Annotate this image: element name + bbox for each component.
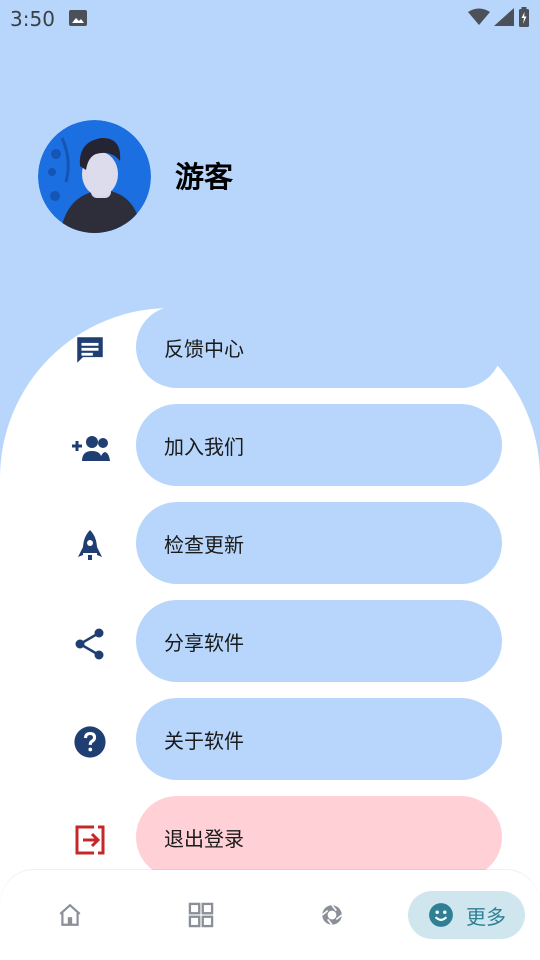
smile-icon — [429, 903, 453, 927]
menu-item-feedback: 反馈中心 — [0, 306, 540, 390]
aperture-icon — [321, 904, 343, 926]
battery-icon — [519, 7, 529, 27]
user-avatar-illustration — [38, 120, 151, 233]
rocket-icon — [70, 526, 110, 566]
nav-more-label: 更多 — [466, 904, 506, 929]
wifi-icon — [468, 8, 490, 25]
menu-label: 反馈中心 — [164, 337, 244, 361]
nav-home[interactable] — [40, 870, 100, 960]
menu-label: 关于软件 — [164, 729, 244, 753]
menu-label: 加入我们 — [164, 435, 244, 459]
menu-label: 退出登录 — [164, 827, 244, 851]
nav-more[interactable]: 更多 — [408, 891, 525, 939]
nav-aperture[interactable] — [302, 870, 362, 960]
status-time: 3:50 — [10, 7, 55, 31]
grid-icon — [188, 902, 214, 928]
menu-label: 检查更新 — [164, 533, 244, 557]
about-app-button[interactable]: 关于软件 — [136, 698, 502, 780]
share-app-button[interactable]: 分享软件 — [136, 600, 502, 682]
menu-item-join: 加入我们 — [0, 404, 540, 488]
feedback-button[interactable]: 反馈中心 — [136, 306, 502, 388]
add-group-icon — [70, 428, 110, 468]
status-icons — [468, 7, 530, 27]
signal-icon — [494, 8, 514, 26]
logout-icon — [70, 820, 110, 860]
menu-item-logout: 退出登录 — [0, 796, 540, 880]
share-icon — [70, 624, 110, 664]
menu-label: 分享软件 — [164, 631, 244, 655]
nav-grid[interactable] — [171, 870, 231, 960]
bottom-navigation: 更多 — [0, 870, 540, 960]
gallery-icon — [69, 10, 87, 26]
join-us-button[interactable]: 加入我们 — [136, 404, 502, 486]
menu-item-update: 检查更新 — [0, 502, 540, 586]
help-icon — [70, 722, 110, 762]
logout-button[interactable]: 退出登录 — [136, 796, 502, 878]
profile-name: 游客 — [175, 160, 234, 194]
menu-item-share: 分享软件 — [0, 600, 540, 684]
home-icon — [59, 903, 81, 926]
message-icon — [70, 330, 110, 370]
status-bar: 3:50 — [0, 0, 540, 36]
avatar[interactable] — [38, 120, 151, 233]
check-update-button[interactable]: 检查更新 — [136, 502, 502, 584]
menu-item-about: 关于软件 — [0, 698, 540, 782]
